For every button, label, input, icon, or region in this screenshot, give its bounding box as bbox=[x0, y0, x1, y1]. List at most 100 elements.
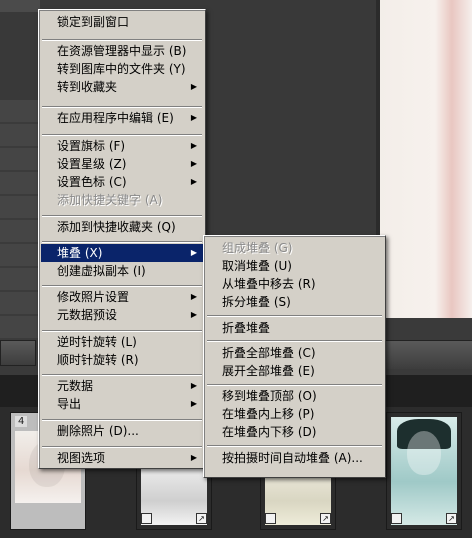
submenu-arrow-icon: ▶ bbox=[190, 248, 197, 257]
menu-item-label: 添加到快捷收藏夹 (Q) bbox=[57, 220, 176, 234]
submenu-item-label: 组成堆叠 (G) bbox=[222, 241, 293, 255]
menu-item-label: 元数据预设 bbox=[57, 308, 118, 322]
submenu-item[interactable]: 在堆叠内上移 (P) bbox=[206, 405, 383, 423]
context-menu: 锁定到副窗口 在资源管理器中显示 (B) 转到图库中的文件夹 (Y) 转到收藏夹 ▶ 在应… bbox=[38, 9, 206, 469]
menu-item-label: 顺时针旋转 (R) bbox=[57, 353, 139, 367]
stack-submenu: 组成堆叠 (G) 取消堆叠 (U) 从堆叠中移去 (R) 拆分堆叠 (S) 折叠堆叠折叠… bbox=[203, 235, 386, 478]
submenu-item-label: 从堆叠中移去 (R) bbox=[222, 277, 316, 291]
menu-item[interactable]: 设置色标 (C) ▶ bbox=[41, 173, 203, 191]
submenu-arrow-icon: ▶ bbox=[190, 292, 197, 301]
menu-item[interactable]: 创建虚拟副本 (I) bbox=[41, 262, 203, 280]
stack-badge-icon bbox=[391, 513, 402, 524]
submenu-arrow-icon: ▶ bbox=[190, 141, 197, 150]
menu-separator bbox=[42, 106, 202, 108]
menu-separator bbox=[207, 445, 382, 447]
menu-item-label: 转到图库中的文件夹 (Y) bbox=[57, 62, 186, 76]
menu-item[interactable]: 导出 ▶ bbox=[41, 395, 203, 413]
menu-item[interactable]: 在资源管理器中显示 (B) bbox=[41, 42, 203, 60]
stack-badge-icon bbox=[141, 513, 152, 524]
menu-item-label: 在资源管理器中显示 (B) bbox=[57, 44, 187, 58]
submenu-item[interactable]: 折叠堆叠 bbox=[206, 319, 383, 337]
menu-item[interactable]: 删除照片 (D)... bbox=[41, 422, 203, 440]
menu-item[interactable]: 顺时针旋转 (R) bbox=[41, 351, 203, 369]
submenu-arrow-icon: ▶ bbox=[190, 82, 197, 91]
submenu-item[interactable]: 折叠全部堆叠 (C) bbox=[206, 344, 383, 362]
edit-badge-icon: ↗ bbox=[446, 513, 457, 524]
photo-preview bbox=[380, 0, 472, 318]
edit-badge-icon: ↗ bbox=[196, 513, 207, 524]
submenu-item-label: 拆分堆叠 (S) bbox=[222, 295, 291, 309]
menu-item[interactable]: 元数据预设 ▶ bbox=[41, 306, 203, 324]
menu-item[interactable]: 修改照片设置 ▶ bbox=[41, 288, 203, 306]
menu-item[interactable]: 逆时针旋转 (L) bbox=[41, 333, 203, 351]
menu-separator bbox=[42, 134, 202, 136]
submenu-item-label: 移到堆叠顶部 (O) bbox=[222, 389, 317, 403]
submenu-item-label: 按拍摄时间自动堆叠 (A)... bbox=[222, 451, 363, 465]
submenu-arrow-icon: ▶ bbox=[190, 453, 197, 462]
menu-separator bbox=[42, 419, 202, 421]
menu-separator bbox=[42, 446, 202, 448]
menu-separator bbox=[42, 39, 202, 41]
submenu-item: 组成堆叠 (G) bbox=[206, 239, 383, 257]
submenu-item-label: 折叠全部堆叠 (C) bbox=[222, 346, 316, 360]
menu-item-label: 设置旗标 (F) bbox=[57, 139, 126, 153]
menu-separator bbox=[42, 330, 202, 332]
menu-item[interactable]: 设置旗标 (F) ▶ bbox=[41, 137, 203, 155]
stack-badge-icon bbox=[265, 513, 276, 524]
submenu-item-label: 在堆叠内下移 (D) bbox=[222, 425, 317, 439]
panel-button-right[interactable] bbox=[380, 340, 472, 369]
submenu-item-label: 展开全部堆叠 (E) bbox=[222, 364, 315, 378]
menu-separator bbox=[42, 241, 202, 243]
menu-item-label: 在应用程序中编辑 (E) bbox=[57, 111, 174, 125]
menu-item-label: 视图选项 bbox=[57, 451, 106, 465]
submenu-item[interactable]: 取消堆叠 (U) bbox=[206, 257, 383, 275]
menu-item-label: 转到收藏夹 bbox=[57, 80, 118, 94]
submenu-arrow-icon: ▶ bbox=[190, 381, 197, 390]
toolbar-stub bbox=[0, 0, 40, 12]
menu-item[interactable]: 锁定到副窗口 bbox=[41, 13, 203, 31]
submenu-arrow-icon: ▶ bbox=[190, 159, 197, 168]
menu-separator bbox=[207, 340, 382, 342]
menu-item[interactable]: 转到收藏夹 ▶ bbox=[41, 78, 203, 96]
menu-separator bbox=[42, 285, 202, 287]
menu-item-label: 删除照片 (D)... bbox=[57, 424, 139, 438]
menu-item-label: 逆时针旋转 (L) bbox=[57, 335, 137, 349]
menu-item[interactable]: 转到图库中的文件夹 (Y) bbox=[41, 60, 203, 78]
filmstrip-thumbnail[interactable]: ↗ bbox=[386, 412, 462, 530]
menu-item-label: 修改照片设置 bbox=[57, 290, 130, 304]
menu-separator bbox=[42, 374, 202, 376]
menu-item-label: 添加快捷关键字 (A) bbox=[57, 193, 163, 207]
submenu-arrow-icon: ▶ bbox=[190, 399, 197, 408]
menu-item[interactable]: 添加到快捷收藏夹 (Q) bbox=[41, 218, 203, 236]
submenu-item[interactable]: 移到堆叠顶部 (O) bbox=[206, 387, 383, 405]
submenu-arrow-icon: ▶ bbox=[190, 113, 197, 122]
menu-item-label: 堆叠 (X) bbox=[57, 246, 103, 260]
menu-separator bbox=[207, 384, 382, 386]
menu-item[interactable]: 在应用程序中编辑 (E) ▶ bbox=[41, 109, 203, 127]
submenu-item[interactable]: 在堆叠内下移 (D) bbox=[206, 423, 383, 441]
menu-item[interactable]: 视图选项 ▶ bbox=[41, 449, 203, 467]
menu-item: 添加快捷关键字 (A) bbox=[41, 191, 203, 209]
submenu-item-label: 折叠堆叠 bbox=[222, 321, 271, 335]
left-panel-rows bbox=[0, 100, 40, 340]
menu-item-label: 元数据 bbox=[57, 379, 94, 393]
submenu-arrow-icon: ▶ bbox=[190, 177, 197, 186]
submenu-item[interactable]: 拆分堆叠 (S) bbox=[206, 293, 383, 311]
submenu-item-label: 取消堆叠 (U) bbox=[222, 259, 292, 273]
menu-separator bbox=[42, 215, 202, 217]
submenu-item[interactable]: 按拍摄时间自动堆叠 (A)... bbox=[206, 449, 383, 467]
menu-item-label: 锁定到副窗口 bbox=[57, 15, 130, 29]
menu-item[interactable]: 设置星级 (Z) ▶ bbox=[41, 155, 203, 173]
menu-separator bbox=[207, 315, 382, 317]
submenu-item-label: 在堆叠内上移 (P) bbox=[222, 407, 315, 421]
menu-item[interactable]: 元数据 ▶ bbox=[41, 377, 203, 395]
panel-button[interactable] bbox=[0, 340, 36, 366]
thumbnail-index: 4 bbox=[15, 416, 28, 427]
menu-item-label: 设置色标 (C) bbox=[57, 175, 127, 189]
submenu-item[interactable]: 从堆叠中移去 (R) bbox=[206, 275, 383, 293]
menu-item[interactable]: 堆叠 (X) ▶ bbox=[41, 244, 203, 262]
photo-thumbnail bbox=[391, 417, 457, 525]
submenu-arrow-icon: ▶ bbox=[190, 310, 197, 319]
menu-item-label: 设置星级 (Z) bbox=[57, 157, 127, 171]
submenu-item[interactable]: 展开全部堆叠 (E) bbox=[206, 362, 383, 380]
